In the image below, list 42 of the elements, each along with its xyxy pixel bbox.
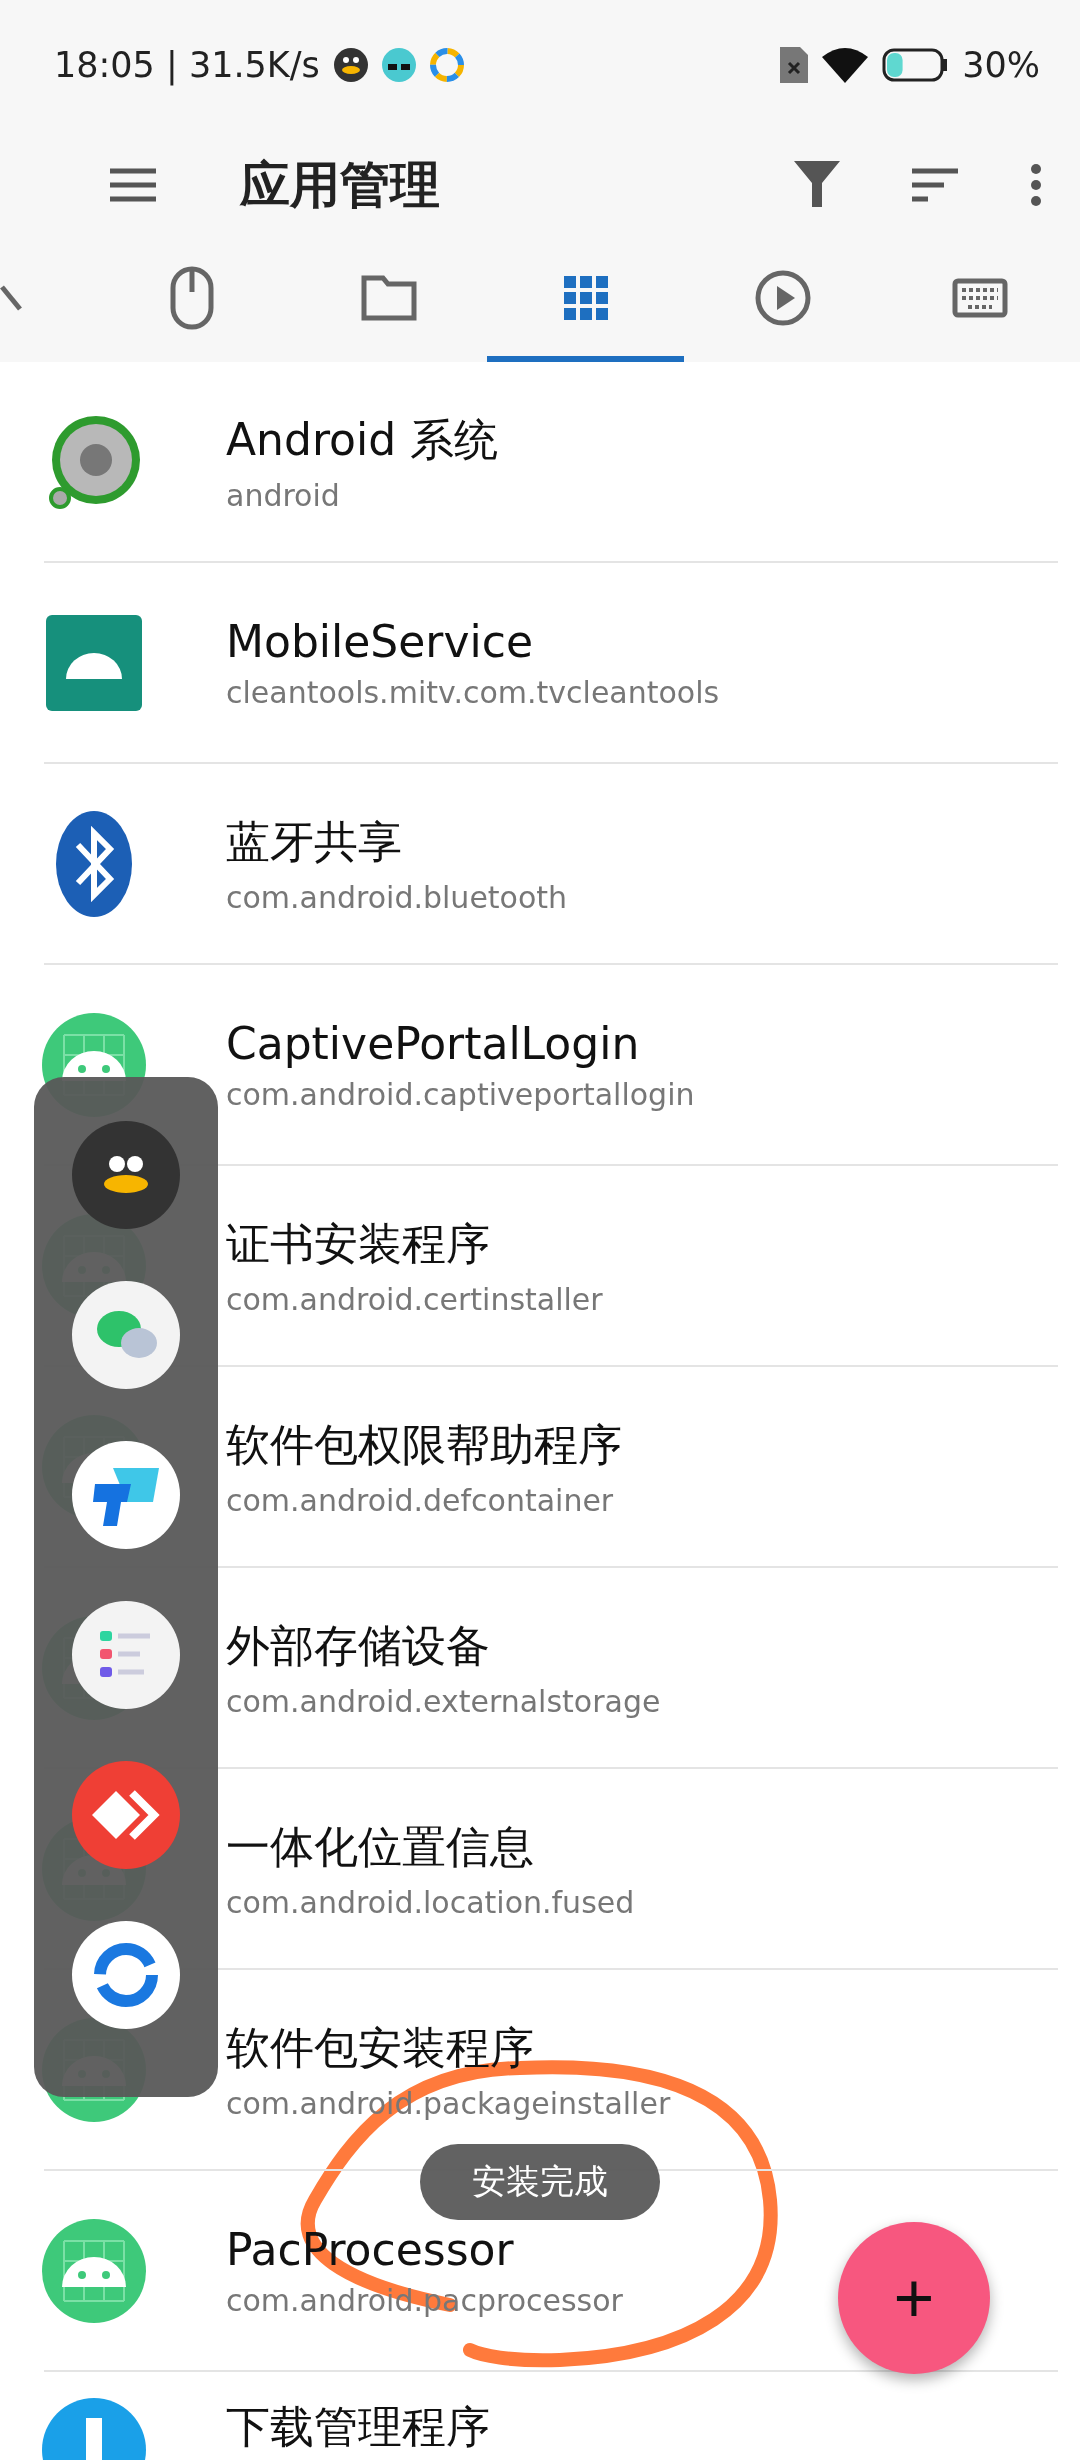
app-name: 证书安装程序 xyxy=(226,1216,491,1271)
app-name: CaptivePortalLogin xyxy=(226,1017,641,1069)
app-title: 应用管理 xyxy=(240,154,441,216)
wifi-icon xyxy=(822,47,869,83)
pencil-icon xyxy=(0,285,22,311)
battery-icon xyxy=(882,48,949,82)
package-name: com.android.captiveportallogin xyxy=(226,1076,695,1112)
package-name: com.android.location.fused xyxy=(226,1884,635,1920)
app-name: 软件包安装程序 xyxy=(226,2020,535,2075)
package-name: com.android.certinstaller xyxy=(226,1281,603,1317)
android-robot-icon xyxy=(46,614,142,711)
mouse-icon xyxy=(169,266,214,330)
package-name: com.android.defcontainer xyxy=(226,1482,615,1518)
sim-card-icon xyxy=(780,47,809,83)
app-name: 蓝牙共享 xyxy=(226,814,403,869)
app-name: MobileService xyxy=(226,615,534,667)
swirl-icon xyxy=(429,48,464,82)
android-robot-icon xyxy=(42,2218,146,2323)
package-name: android xyxy=(226,477,341,513)
package-name: com.android.bluetooth xyxy=(226,879,568,915)
sunglasses-icon xyxy=(381,48,416,82)
bluetooth-icon xyxy=(54,808,134,919)
app-name: 软件包权限帮助程序 xyxy=(226,1417,622,1472)
keyboard-icon xyxy=(951,278,1008,318)
status-time: 18:05 | 31.5K/s xyxy=(54,45,320,85)
funnel-icon xyxy=(794,161,840,209)
grid-icon xyxy=(563,276,608,320)
battery-percent: 30% xyxy=(962,45,1040,85)
folder-icon xyxy=(360,275,417,321)
toast-message: 安装完成 xyxy=(420,2144,660,2220)
app-name: Android 系统 xyxy=(226,412,499,467)
play-icon xyxy=(754,270,811,326)
penguin-icon xyxy=(333,48,368,82)
package-name: cleantools.mitv.com.tvcleantools xyxy=(226,674,720,710)
add-button[interactable]: + xyxy=(838,2222,990,2374)
menu-icon xyxy=(108,167,158,203)
sort-icon xyxy=(910,168,960,202)
app-name: 一体化位置信息 xyxy=(226,1819,535,1874)
app-name: 下载管理程序 xyxy=(226,2400,490,2454)
more-vertical-icon xyxy=(1030,163,1042,207)
app-name: 外部存储设备 xyxy=(226,1618,491,1673)
package-name: com.android.externalstorage xyxy=(226,1683,661,1719)
